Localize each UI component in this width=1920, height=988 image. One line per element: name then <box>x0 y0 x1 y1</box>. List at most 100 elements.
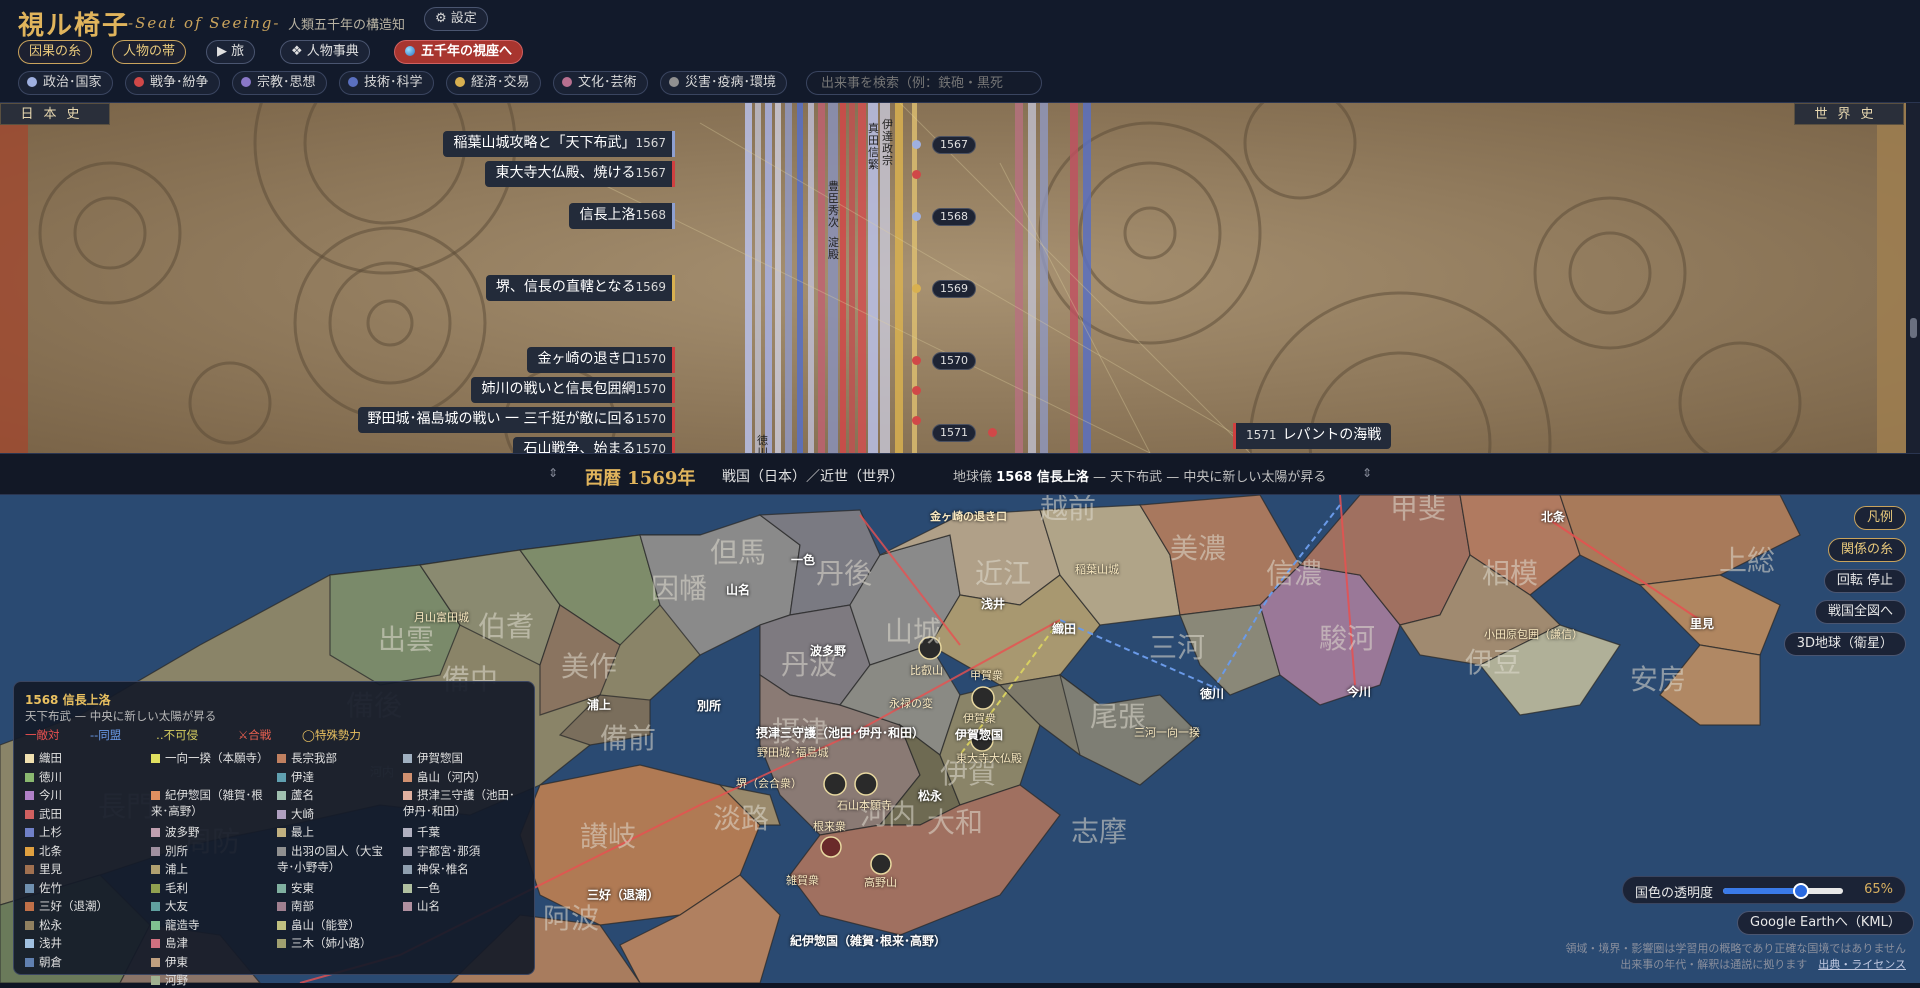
legend-clan-item: 松永 <box>25 917 143 933</box>
legend-clan-item: 河野 <box>151 972 269 988</box>
event-dot[interactable] <box>912 140 921 149</box>
timeline-event[interactable]: 信長上洛1568 <box>569 203 675 229</box>
3d-globe-button[interactable]: 3D地球（衛星） <box>1783 632 1906 656</box>
place-label[interactable]: 浦上 <box>587 696 611 713</box>
place-label[interactable]: 別所 <box>697 697 721 714</box>
clan-name: 畠山（河内） <box>417 769 486 784</box>
relations-button[interactable]: 関係の糸 <box>1827 538 1906 562</box>
people-bands-button[interactable]: 人物の帯 <box>112 40 187 64</box>
timeline-scrollbar[interactable] <box>1906 103 1920 453</box>
band-label-sanada-nobushige: 真田信繁 <box>868 122 879 171</box>
place-label[interactable]: 雑賀衆 <box>786 872 819 888</box>
category-technology[interactable]: 技術･科学 <box>339 71 434 95</box>
event-dot[interactable] <box>912 356 921 365</box>
event-title: 金ヶ崎の退き口 <box>537 351 636 367</box>
place-label[interactable]: 三河一向一揆 <box>1134 724 1200 740</box>
clan-swatch-icon <box>25 754 34 763</box>
place-label[interactable]: 野田城･福島城 <box>757 744 829 760</box>
clan-swatch-icon <box>277 846 286 856</box>
globe-description: — 天下布武 — 中央に新しい太陽が昇る <box>1093 470 1327 485</box>
world-event[interactable]: 1571 レパントの海戦 <box>1233 423 1392 449</box>
place-label[interactable]: 織田 <box>1052 620 1076 637</box>
timeline-event[interactable]: 堺、信長の直轄となる1569 <box>485 275 675 301</box>
place-label[interactable]: 松永 <box>918 787 942 804</box>
resize-handle-icon[interactable]: ⇕ <box>1362 466 1372 480</box>
place-label[interactable]: 比叡山 <box>910 662 943 678</box>
place-label[interactable]: 石山本願寺 <box>837 797 892 813</box>
event-dot[interactable] <box>988 428 997 437</box>
place-label[interactable]: 東大寺大仏殿 <box>956 750 1022 766</box>
category-dot-icon <box>562 77 572 87</box>
clan-swatch-icon <box>277 809 286 819</box>
people-dictionary-button[interactable]: ❖ 人物事典 <box>280 40 370 64</box>
clan-name: 上杉 <box>39 825 62 839</box>
opacity-slider-thumb[interactable] <box>1793 883 1809 899</box>
tour-button[interactable]: ▶ 旅 <box>206 40 256 64</box>
category-religion[interactable]: 宗教･思想 <box>232 71 327 95</box>
category-dot-icon <box>669 77 679 87</box>
place-label[interactable]: 北条 <box>1541 508 1565 525</box>
timeline-event[interactable]: 金ヶ崎の退き口1570 <box>527 347 675 373</box>
legend-clan-item: 畠山（能登） <box>277 917 395 933</box>
category-economy[interactable]: 経済･交易 <box>446 71 541 95</box>
globe-icon <box>405 46 415 56</box>
place-label[interactable]: 徳川 <box>1200 685 1224 702</box>
place-label[interactable]: 堺（会合衆） <box>736 775 802 791</box>
place-label[interactable]: 永禄の変 <box>889 695 933 711</box>
place-label[interactable]: 山名 <box>726 581 750 598</box>
place-label[interactable]: 摂津三守護（池田･伊丹･和田） <box>756 724 924 741</box>
place-label[interactable]: 一色 <box>791 551 815 568</box>
event-dot[interactable] <box>912 416 921 425</box>
google-earth-kml-button[interactable]: Google Earthへ（KML） <box>1737 911 1914 935</box>
province-label: 美濃 <box>1170 532 1227 565</box>
place-label[interactable]: 三好（退潮） <box>587 886 659 903</box>
category-disaster[interactable]: 災害･疫病･環境 <box>660 71 788 95</box>
event-title: 野田城･福島城の戦い 一 三千挺が敵に回る <box>367 411 636 427</box>
category-culture[interactable]: 文化･芸術 <box>553 71 648 95</box>
timeline-event[interactable]: 石山戦争、始まる1570 <box>513 437 675 453</box>
place-label[interactable]: 伊賀惣国 <box>955 726 1003 743</box>
place-label[interactable]: 稲葉山城 <box>1075 561 1119 577</box>
place-label[interactable]: 小田原包囲（謙信） <box>1484 626 1583 642</box>
province-label: 但馬 <box>710 536 767 569</box>
place-label[interactable]: 里見 <box>1690 615 1714 632</box>
place-label[interactable]: 甲賀衆 <box>970 667 1003 683</box>
event-dot[interactable] <box>912 170 921 179</box>
event-dot[interactable] <box>912 212 921 221</box>
event-title: 稲葉山城攻略と「天下布武」 <box>453 135 636 151</box>
place-label[interactable]: 月山富田城 <box>414 609 469 625</box>
event-search-input[interactable] <box>806 71 1042 95</box>
legend-button[interactable]: 凡例 <box>1853 506 1906 530</box>
timeline-event[interactable]: 稲葉山城攻略と「天下布武」1567 <box>443 131 675 157</box>
five-millennia-view-button[interactable]: 五千年の視座へ <box>394 40 524 64</box>
globe-event: 1568 信長上洛 <box>996 470 1089 485</box>
resize-handle-icon[interactable]: ⇕ <box>548 466 558 480</box>
globe-prefix: 地球儀 <box>953 470 993 485</box>
rotate-stop-button[interactable]: 回転 停止 <box>1823 569 1906 593</box>
timeline-event[interactable]: 野田城･福島城の戦い 一 三千挺が敵に回る1570 <box>357 407 675 433</box>
settings-button[interactable]: ⚙ 設定 <box>424 7 488 31</box>
place-label[interactable]: 根来衆 <box>813 818 846 834</box>
event-dot[interactable] <box>912 284 921 293</box>
place-label[interactable]: 浅井 <box>981 595 1005 612</box>
place-label[interactable]: 波多野 <box>810 642 846 659</box>
place-label[interactable]: 高野山 <box>864 874 897 890</box>
timeline-panel[interactable]: 日本史 世界史 伊達政宗 真田信繁 豊臣秀次 淀殿 徳川家康 稲葉山城攻略と「天… <box>0 103 1920 453</box>
timeline-event[interactable]: 東大寺大仏殿、焼ける1567 <box>485 161 675 187</box>
place-label[interactable]: 伊賀衆 <box>963 710 996 726</box>
scrollbar-thumb[interactable] <box>1910 318 1917 338</box>
category-war[interactable]: 戦争･紛争 <box>125 71 220 95</box>
category-politics[interactable]: 政治･国家 <box>18 71 113 95</box>
world-history-label: 世界史 <box>1794 103 1904 125</box>
sengoku-overview-button[interactable]: 戦国全図へ <box>1814 600 1906 624</box>
place-label[interactable]: 金ヶ崎の退き口 <box>930 508 1007 524</box>
clan-name: 佐竹 <box>39 880 62 895</box>
place-label[interactable]: 今川 <box>1347 683 1371 700</box>
legend-clan-item: 佐竹 <box>25 880 143 896</box>
event-dot[interactable] <box>912 386 921 395</box>
place-label[interactable]: 紀伊惣国（雑賀･根来･高野） <box>790 932 946 949</box>
license-link[interactable]: 出典・ライセンス <box>1818 958 1906 971</box>
causal-threads-button[interactable]: 因果の糸 <box>18 40 93 64</box>
opacity-slider[interactable] <box>1723 883 1843 899</box>
timeline-event[interactable]: 姉川の戦いと信長包囲網1570 <box>471 377 675 403</box>
